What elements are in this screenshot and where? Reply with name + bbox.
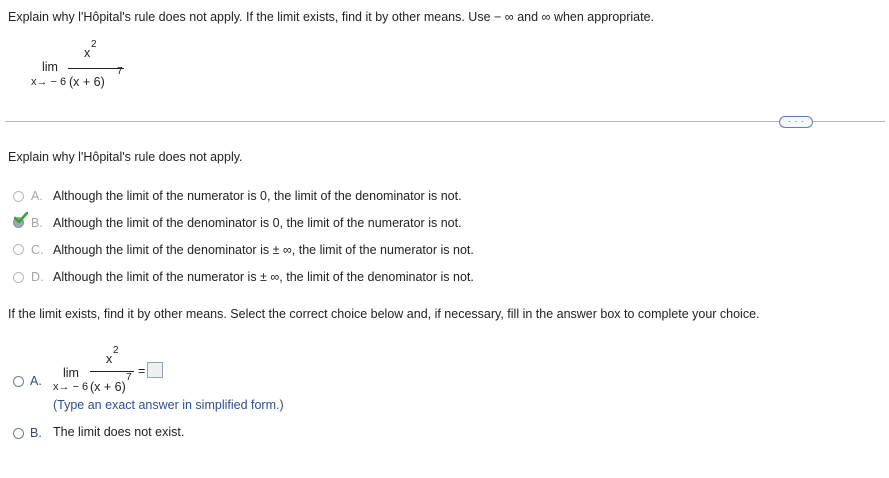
question-prompt: Explain why l'Hôpital's rule does not ap… [8, 10, 654, 24]
s2-numerator-base: x [106, 352, 113, 366]
option-c-radio[interactable] [13, 244, 24, 255]
s2-lim-subscript: x→ − 6 [53, 381, 89, 393]
answer-input-box[interactable] [147, 362, 163, 378]
numerator-exponent: 2 [91, 39, 97, 50]
section2-option-b-letter: B. [30, 426, 42, 440]
section2-option-a-letter: A. [30, 374, 42, 388]
s2-numerator-exponent: 2 [113, 345, 119, 356]
section2-option-b-text: The limit does not exist. [53, 425, 185, 439]
section1-heading: Explain why l'Hôpital's rule does not ap… [8, 150, 243, 164]
option-c-letter: C. [31, 243, 44, 257]
checkmark-icon [14, 212, 28, 224]
section2-option-a-radio[interactable] [13, 376, 24, 387]
s2-denominator-exponent: 7 [126, 372, 132, 383]
equals-sign: = [138, 364, 146, 378]
option-c-text: Although the limit of the denominator is… [53, 243, 474, 257]
prompt-tail: when appropriate. [553, 10, 655, 24]
option-a-text: Although the limit of the numerator is 0… [53, 189, 462, 203]
option-b-text: Although the limit of the denominator is… [53, 216, 462, 230]
section2-option-b-radio[interactable] [13, 428, 24, 439]
section-divider [5, 121, 885, 122]
s2-lim-label: lim [63, 366, 79, 380]
option-d-letter: D. [31, 270, 44, 284]
option-a-letter: A. [31, 189, 43, 203]
s2-denominator-base: (x + 6) [90, 380, 126, 394]
option-d-radio[interactable] [13, 272, 24, 283]
fraction-bar [68, 68, 124, 69]
lim-label: lim [42, 60, 58, 74]
infinity-symbol: ∞ [541, 10, 551, 24]
denominator-exponent: 7 [117, 66, 123, 77]
option-b-letter: B. [31, 216, 43, 230]
denominator-base: (x + 6) [69, 75, 105, 89]
more-options-button[interactable]: · · · [779, 116, 813, 128]
prompt-and: and [517, 10, 539, 24]
option-a-radio[interactable] [13, 191, 24, 202]
option-d-text: Although the limit of the numerator is ±… [53, 270, 474, 284]
minus-infinity-symbol: − ∞ [494, 10, 514, 24]
lim-subscript: x→ − 6 [31, 76, 67, 88]
answer-hint: (Type an exact answer in simplified form… [53, 398, 284, 412]
prompt-text: Explain why l'Hôpital's rule does not ap… [8, 10, 491, 24]
section2-heading: If the limit exists, find it by other me… [8, 307, 760, 321]
numerator-base: x [84, 46, 91, 60]
